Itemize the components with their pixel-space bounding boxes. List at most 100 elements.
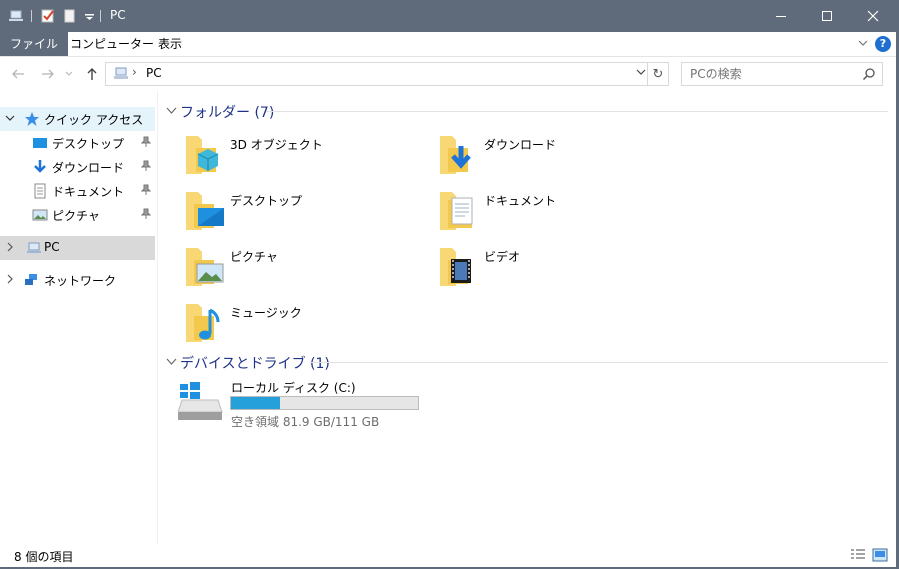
group-title: デバイスとドライブ (1)	[180, 356, 330, 372]
picture-icon	[32, 209, 48, 221]
properties-icon[interactable]	[40, 8, 56, 24]
chevron-down-icon	[166, 107, 177, 114]
help-button[interactable]: ?	[875, 36, 891, 52]
folder-3d-icon	[186, 136, 219, 174]
drive-label: ローカル ディスク (C:)	[231, 381, 356, 395]
nav-item-pictures[interactable]: ピクチャ	[0, 203, 155, 227]
details-view-icon[interactable]	[850, 548, 866, 562]
address-bar[interactable]: › PC ↻	[105, 62, 669, 86]
folder-picture-icon	[186, 248, 224, 286]
nav-item-downloads[interactable]: ダウンロード	[0, 155, 155, 179]
up-button[interactable]	[84, 66, 100, 82]
up-arrow-icon	[87, 68, 97, 80]
chevron-right-icon[interactable]	[5, 242, 15, 252]
large-icons-view-icon[interactable]	[872, 548, 888, 562]
drive-icon	[178, 382, 223, 420]
group-title: フォルダー (7)	[180, 105, 275, 121]
network-icon	[25, 274, 37, 285]
folder-label: ミュージック	[230, 306, 302, 320]
folder-label: ダウンロード	[484, 138, 557, 152]
group-divider	[310, 362, 888, 363]
drive-c[interactable]: ローカル ディスク (C:) 空き領域 81.9 GB/111 GB	[178, 377, 458, 429]
customize-qat-icon[interactable]	[82, 8, 98, 24]
folder-videos[interactable]: ビデオ	[438, 242, 688, 292]
folder-downloads[interactable]: ダウンロード	[438, 130, 688, 180]
nav-item-pc[interactable]: PC	[0, 236, 155, 260]
nav-item-desktop[interactable]: デスクトップ	[0, 131, 155, 155]
folder-label: 3D オブジェクト	[230, 138, 323, 152]
nav-label: ピクチャ	[52, 209, 100, 223]
maximize-button[interactable]	[804, 0, 850, 32]
pc-icon	[114, 67, 128, 79]
folder-label: デスクトップ	[230, 194, 303, 208]
folder-download-icon	[440, 136, 471, 174]
chevron-down-icon[interactable]	[5, 113, 15, 123]
explorer-window: PC ファイル コンピューター 表示 ? › PC ↻ PCの検索 クイック ア…	[0, 0, 898, 567]
breadcrumb-separator-icon[interactable]: ›	[132, 65, 137, 79]
close-icon	[867, 10, 879, 22]
search-box[interactable]	[681, 62, 883, 86]
folder-label: ピクチャ	[230, 250, 278, 264]
minimize-icon	[776, 16, 786, 17]
expand-ribbon-icon[interactable]	[856, 36, 870, 50]
ribbon: ファイル コンピューター 表示 ?	[0, 32, 896, 57]
drive-usage-fill	[231, 397, 280, 409]
tab-view[interactable]: 表示	[148, 32, 192, 56]
document-icon	[34, 183, 46, 199]
pin-icon[interactable]	[141, 184, 151, 196]
folder-document-icon	[440, 192, 473, 230]
chevron-down-icon	[65, 71, 73, 76]
nav-label: PC	[44, 240, 60, 254]
group-divider	[266, 111, 888, 112]
close-button[interactable]	[850, 0, 896, 32]
address-row: › PC ↻	[0, 57, 896, 91]
title-separator	[31, 10, 32, 22]
nav-label: ネットワーク	[44, 274, 117, 288]
title-bar: PC	[0, 0, 896, 32]
back-arrow-icon	[12, 69, 24, 79]
nav-label: クイック アクセス	[44, 113, 144, 127]
nav-item-quick-access[interactable]: クイック アクセス	[0, 107, 155, 131]
search-input[interactable]	[682, 63, 862, 85]
nav-item-documents[interactable]: ドキュメント	[0, 179, 155, 203]
pin-icon[interactable]	[141, 160, 151, 172]
chevron-right-icon[interactable]	[5, 274, 15, 284]
chevron-down-icon	[166, 358, 177, 365]
maximize-icon	[822, 11, 832, 21]
nav-item-network[interactable]: ネットワーク	[0, 268, 155, 292]
title-separator	[100, 10, 101, 22]
drive-free-space: 空き領域 81.9 GB/111 GB	[231, 415, 380, 429]
content-pane: フォルダー (7) 3D オブジェクト ダウンロード デスクトップ ドキュメント…	[160, 95, 892, 545]
forward-arrow-icon	[42, 69, 54, 79]
folder-desktop[interactable]: デスクトップ	[184, 186, 434, 236]
desktop-icon	[33, 138, 47, 148]
tab-file[interactable]: ファイル	[0, 32, 69, 56]
recent-locations-button[interactable]	[64, 66, 74, 82]
folder-video-icon	[440, 248, 471, 286]
folder-3d-objects[interactable]: 3D オブジェクト	[184, 130, 434, 180]
pane-divider[interactable]	[157, 91, 158, 544]
folder-music-icon	[186, 304, 220, 342]
pin-icon[interactable]	[141, 136, 151, 148]
search-icon[interactable]	[862, 67, 876, 81]
nav-label: ダウンロード	[52, 161, 125, 175]
address-dropdown-icon[interactable]	[636, 67, 646, 77]
folder-music[interactable]: ミュージック	[184, 298, 434, 348]
drive-usage-bar	[230, 396, 419, 410]
folder-documents[interactable]: ドキュメント	[438, 186, 688, 236]
new-folder-icon[interactable]	[62, 8, 78, 24]
navigation-pane: クイック アクセス デスクトップ ダウンロード ドキュメント ピクチャ PC ネ…	[0, 100, 157, 545]
item-count: 8 個の項目	[14, 550, 74, 564]
refresh-icon: ↻	[652, 66, 664, 82]
back-button[interactable]	[10, 66, 26, 82]
forward-button[interactable]	[40, 66, 56, 82]
folder-pictures[interactable]: ピクチャ	[184, 242, 434, 292]
pc-icon[interactable]	[8, 8, 24, 24]
window-title: PC	[110, 8, 126, 22]
breadcrumb-pc[interactable]: PC	[146, 66, 162, 80]
minimize-button[interactable]	[758, 0, 804, 32]
folder-label: ビデオ	[484, 250, 521, 264]
pin-icon[interactable]	[141, 208, 151, 220]
star-icon	[25, 112, 39, 126]
refresh-button[interactable]: ↻	[647, 63, 668, 85]
